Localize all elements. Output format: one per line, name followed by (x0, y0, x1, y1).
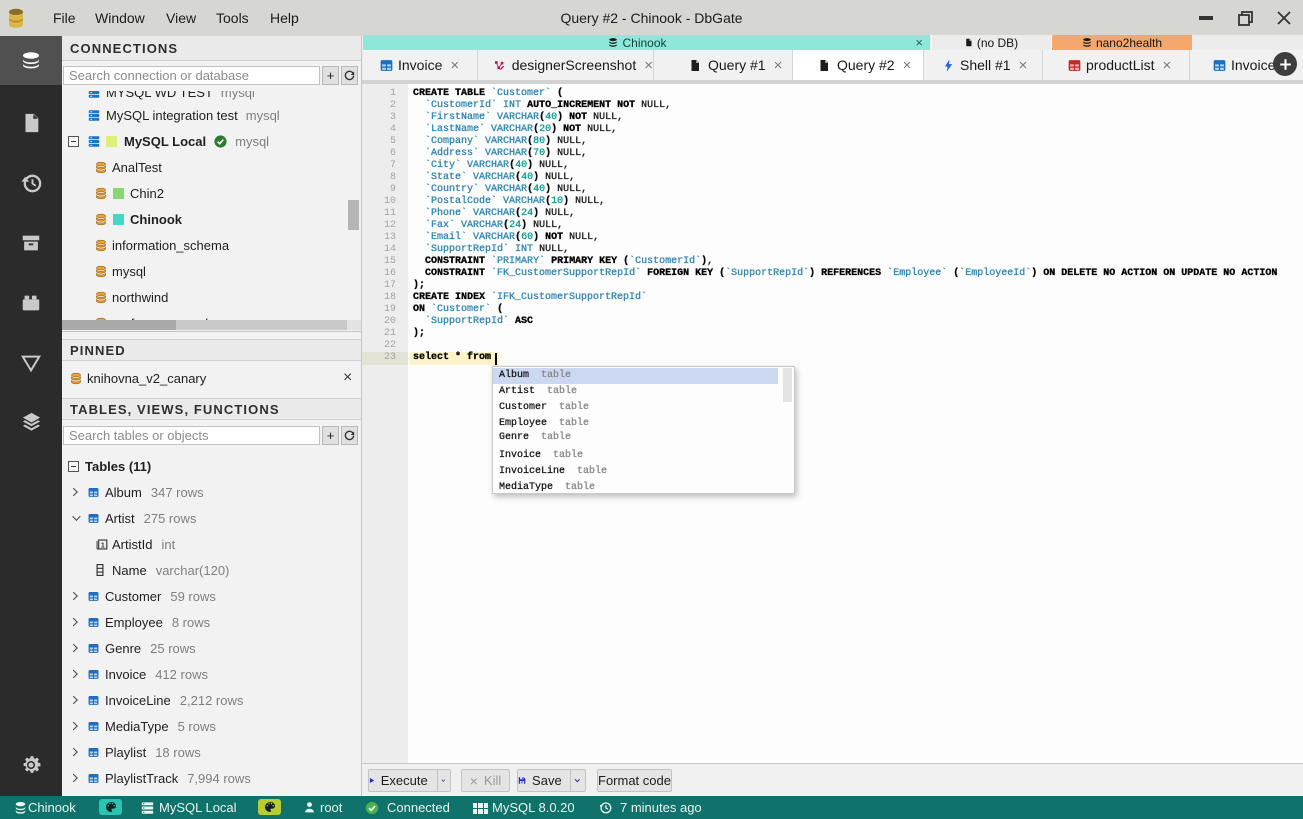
svg-text:1: 1 (101, 540, 105, 549)
